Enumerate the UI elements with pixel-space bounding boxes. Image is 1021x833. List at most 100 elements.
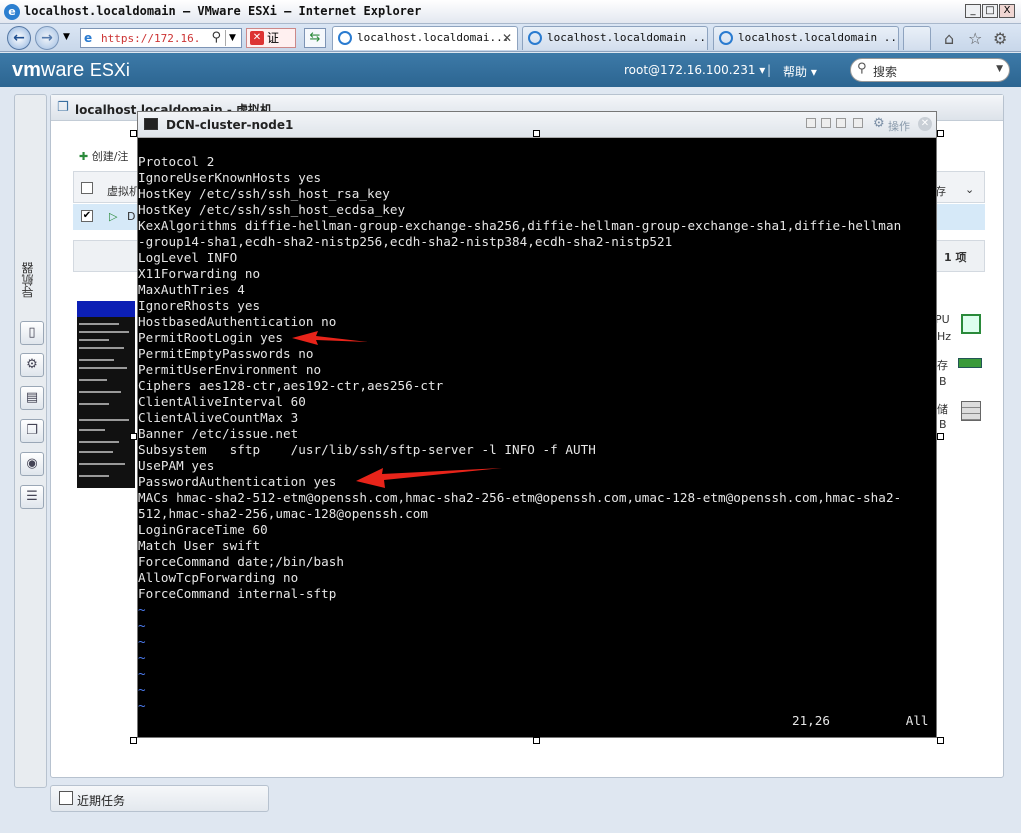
resize-handle[interactable] (937, 130, 944, 137)
browser-toolbar: ← → ▼ e https://172.16. ⚲ ▼ ✕ 证 ⇆ localh… (0, 24, 1021, 52)
console-actions-menu[interactable]: 操作 (888, 118, 910, 134)
console-ctrl-icon[interactable] (821, 118, 831, 128)
help-menu[interactable]: 帮助 ▾ (783, 63, 817, 80)
search-box[interactable]: ⚲ 搜索 ▼ (850, 58, 1010, 82)
manage-icon[interactable]: ⚙ (20, 353, 44, 377)
cpu-icon (961, 314, 981, 334)
tab-3-label: localhost.localdomain ... (738, 31, 899, 44)
actions-gear-icon[interactable]: ⚙ (873, 116, 885, 131)
vm-power-icon: ▷ (109, 210, 118, 223)
console-icon (144, 118, 158, 130)
navigator-label[interactable]: 导航器 (19, 245, 43, 315)
terminal-line: UsePAM yes (138, 458, 215, 473)
header-separator: | (767, 63, 772, 77)
terminal-line: Subsystem sftp /usr/lib/ssh/sftp-server … (138, 442, 596, 457)
vim-empty-line: ~ (138, 666, 146, 681)
terminal-line: IgnoreUserKnownHosts yes (138, 170, 322, 185)
resize-handle[interactable] (937, 433, 944, 440)
vim-empty-line: ~ (138, 634, 146, 649)
cert-error-icon: ✕ (250, 31, 264, 45)
terminal-line: X11Forwarding no (138, 266, 261, 281)
console-close-icon[interactable]: ✕ (918, 117, 932, 131)
search-input[interactable]: 搜索 (873, 63, 897, 80)
host-icon[interactable]: ▯ (20, 321, 44, 345)
row-checkbox[interactable]: ✔ (81, 210, 93, 222)
hw-cpu-label: PU (935, 313, 950, 326)
terminal-line: MACs hmac-sha2-512-etm@openssh.com,hmac-… (138, 490, 902, 505)
terminal-output[interactable]: Protocol 2 IgnoreUserKnownHosts yes HostKe… (138, 154, 936, 714)
forward-button[interactable]: → (35, 26, 59, 50)
window-titlebar: e localhost.localdomain — VMware ESXi — … (0, 0, 1021, 24)
memory-icon (958, 358, 982, 368)
virtual-machines-icon[interactable]: ❐ (20, 419, 44, 443)
terminal-line: ForceCommand date;/bin/bash (138, 554, 345, 569)
storage-icon[interactable]: ☰ (20, 485, 44, 509)
tab-2-label: localhost.localdomain ... (547, 31, 708, 44)
tab-1-label: localhost.localdomai... (357, 31, 510, 44)
terminal-line: HostKey /etc/ssh/ssh_host_rsa_key (138, 186, 390, 201)
terminal-line: PermitRootLogin yes (138, 330, 284, 345)
vim-empty-line: ~ (138, 682, 146, 697)
col-vm-header[interactable]: 虚拟机 (107, 183, 140, 199)
terminal-line: LoginGraceTime 60 (138, 522, 268, 537)
navigator-panel: 导航器 ▯ ⚙ ▤ ❐ ◉ ☰ (14, 94, 47, 788)
keyboard-flag-icon[interactable] (853, 118, 863, 128)
history-dropdown-icon[interactable]: ▼ (63, 32, 70, 42)
certificate-error[interactable]: ✕ 证 (246, 28, 296, 48)
minimize-button[interactable]: _ (965, 4, 981, 18)
console-ctrl-icon[interactable] (836, 118, 846, 128)
address-bar[interactable]: e https://172.16. ⚲ ▼ (80, 28, 242, 48)
terminal-line: AllowTcpForwarding no (138, 570, 299, 585)
console-ctrl-icon[interactable] (806, 118, 816, 128)
terminal-line: MaxAuthTries 4 (138, 282, 245, 297)
tools-gear-icon[interactable]: ⚙ (993, 29, 1007, 48)
search-address-icon[interactable]: ⚲ (211, 30, 221, 45)
console-title: DCN-cluster-node1 (166, 118, 294, 132)
tab-2[interactable]: localhost.localdomain ... (522, 26, 708, 50)
resize-handle[interactable] (533, 737, 540, 744)
create-register-button[interactable]: ✚ 创建/注 (79, 148, 128, 164)
tab-3[interactable]: localhost.localdomain ... (713, 26, 899, 50)
home-icon[interactable]: ⌂ (944, 29, 954, 48)
recent-tasks-label: 近期任务 (77, 794, 126, 808)
vmware-esxi-logo: vmware ESXi (12, 59, 130, 81)
vm-console-window[interactable]: DCN-cluster-node1 ⚙ 操作 ✕ Protocol 2 Ignor… (137, 111, 937, 738)
recent-tasks-bar[interactable]: 近期任务 (50, 785, 269, 812)
favorites-star-icon[interactable]: ☆ (968, 29, 982, 48)
vim-empty-line: ~ (138, 650, 146, 665)
vm-name-cell[interactable]: D (127, 210, 135, 223)
terminal-line: Banner /etc/issue.net (138, 426, 299, 441)
storage-disk-icon (961, 401, 981, 421)
search-dropdown-icon[interactable]: ▼ (996, 64, 1003, 74)
networking-icon[interactable]: ◉ (20, 452, 44, 476)
back-button[interactable]: ← (7, 26, 31, 50)
resize-handle[interactable] (937, 737, 944, 744)
resize-handle[interactable] (533, 130, 540, 137)
terminal-line: LogLevel INFO (138, 250, 238, 265)
user-menu[interactable]: root@172.16.100.231 ▾ (624, 63, 765, 77)
tab-close-icon[interactable]: ✕ (502, 27, 512, 49)
col-menu-icon[interactable]: ⌄ (965, 183, 974, 196)
terminal-line: Ciphers aes128-ctr,aes192-ctr,aes256-ctr (138, 378, 444, 393)
address-dropdown-icon[interactable]: ▼ (225, 30, 239, 46)
cert-label: 证 (267, 31, 280, 45)
resize-handle[interactable] (130, 737, 137, 744)
hw-disk-label: 储 (937, 403, 948, 416)
select-all-checkbox[interactable] (81, 182, 93, 194)
monitor-icon[interactable]: ▤ (20, 386, 44, 410)
resize-handle[interactable] (130, 130, 137, 137)
terminal-line: ClientAliveCountMax 3 (138, 410, 299, 425)
tab-1[interactable]: localhost.localdomai... ✕ (332, 26, 518, 50)
tab-ie-icon (528, 31, 542, 45)
maximize-button[interactable]: □ (982, 4, 998, 18)
terminal-line: ClientAliveInterval 60 (138, 394, 306, 409)
close-window-button[interactable]: X (999, 4, 1015, 18)
resize-handle[interactable] (130, 433, 137, 440)
terminal-line: PermitUserEnvironment no (138, 362, 322, 377)
new-tab-button[interactable] (903, 26, 931, 50)
vim-empty-line: ~ (138, 698, 146, 713)
terminal-line: Protocol 2 (138, 154, 215, 169)
refresh-button[interactable]: ⇆ (304, 28, 326, 48)
terminal-line: Match User swift (138, 538, 261, 553)
vm-console-thumbnail[interactable] (77, 301, 135, 488)
